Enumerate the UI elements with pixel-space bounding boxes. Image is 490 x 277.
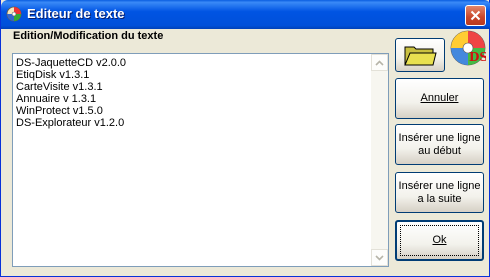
text-line: CarteVisite v1.3.1 (16, 81, 103, 93)
arrow-down-icon (375, 254, 384, 261)
insert-after-label: Insérer une ligne a la suite (399, 180, 481, 206)
insert-start-label: Insérer une ligne au début (399, 132, 481, 158)
ok-button[interactable]: Ok (395, 220, 484, 261)
annuler-label: Annuler (420, 92, 459, 104)
app-cd-icon (6, 6, 22, 22)
text-line: Annuaire v 1.3.1 (16, 93, 97, 105)
insert-after-label-line2: a la suite (417, 192, 462, 205)
title-bar[interactable]: Editeur de texte (1, 0, 490, 29)
text-editor[interactable]: DS-JaquetteCD v2.0.0 EtiqDisk v1.3.1 Car… (12, 53, 389, 267)
text-line: DS-JaquetteCD v2.0.0 (16, 57, 127, 69)
open-file-button[interactable] (395, 38, 445, 72)
arrow-up-icon (375, 59, 384, 66)
svg-text:DS: DS (469, 50, 486, 64)
focus-rect (400, 225, 479, 256)
insert-line-start-button[interactable]: Insérer une ligne au début (395, 124, 484, 165)
insert-line-after-button[interactable]: Insérer une ligne a la suite (395, 172, 484, 213)
text-line: WinProtect v1.5.0 (16, 105, 103, 117)
insert-start-label-line2: au début (418, 144, 461, 157)
ds-cd-logo-icon: DS (450, 30, 486, 66)
annuler-button[interactable]: Annuler (395, 78, 484, 119)
editor-window: Editeur de texte Edition/Modification du… (0, 0, 490, 277)
vertical-scrollbar[interactable] (371, 54, 388, 266)
text-line: EtiqDisk v1.3.1 (16, 69, 90, 81)
text-line: DS-Explorateur v1.2.0 (16, 117, 125, 129)
folder-open-icon (404, 46, 437, 66)
insert-after-label-line1: Insérer une ligne (398, 179, 481, 192)
insert-start-label-line1: Insérer une ligne (398, 131, 481, 144)
window-title: Editeur de texte (27, 6, 125, 21)
section-title: Edition/Modification du texte (13, 30, 164, 42)
scroll-down-button[interactable] (371, 249, 388, 266)
close-button[interactable] (465, 5, 486, 26)
scroll-up-button[interactable] (371, 54, 388, 71)
close-icon (470, 10, 481, 21)
text-lines: DS-JaquetteCD v2.0.0 EtiqDisk v1.3.1 Car… (16, 57, 126, 129)
